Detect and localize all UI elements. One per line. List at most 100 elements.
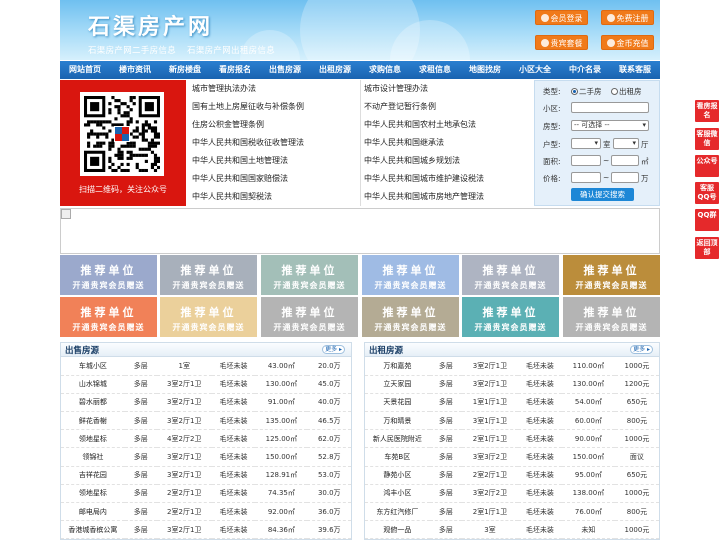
nav-item-agents[interactable]: 中介名录: [560, 61, 610, 79]
listing-row[interactable]: 鲜花香榭 多层 3室2厅1卫 毛坯未装 135.00㎡ 46.5万: [61, 411, 351, 431]
regulation-link[interactable]: 中华人民共和国城市房地产管理法: [364, 188, 484, 206]
regulation-link[interactable]: 城市管理执法办法: [192, 80, 256, 98]
nav-item-home[interactable]: 网站首页: [60, 61, 110, 79]
price-max-input[interactable]: [611, 172, 639, 183]
radio-icon[interactable]: [571, 88, 578, 95]
side-qq-group-button[interactable]: QQ群: [695, 209, 719, 231]
listing-row[interactable]: 车苑B区 多层 3室3厅2卫 毛坯未装 150.00㎡ 面议: [365, 447, 659, 467]
recommended-unit-tile[interactable]: 推荐单位 开通贵宾会员赠送: [362, 297, 459, 337]
regulation-link[interactable]: 中华人民共和国农村土地承包法: [364, 116, 476, 134]
recommended-unit-tile[interactable]: 推荐单位 开通贵宾会员赠送: [563, 297, 660, 337]
listing-community[interactable]: 邮电局内: [61, 502, 125, 522]
vip-package-button[interactable]: 贵宾套餐: [535, 35, 588, 50]
listing-row[interactable]: 领地星标 多层 2室2厅1卫 毛坯未装 74.35㎡ 30.0万: [61, 484, 351, 504]
regulation-link[interactable]: 中华人民共和国契税法: [192, 188, 272, 206]
nav-item-communities[interactable]: 小区大全: [510, 61, 560, 79]
listing-community[interactable]: 鸿丰小区: [365, 484, 430, 504]
type-option-sale[interactable]: 二手房: [571, 86, 602, 97]
area-max-input[interactable]: [611, 155, 639, 166]
recommended-unit-tile[interactable]: 推荐单位 开通贵宾会员赠送: [462, 255, 559, 295]
community-input[interactable]: [571, 102, 649, 113]
listing-row[interactable]: 静苑小区 多层 2室2厅1卫 毛坯未装 95.00㎡ 650元: [365, 466, 659, 485]
listing-community[interactable]: 领地星标: [61, 484, 125, 504]
type-option-rent[interactable]: 出租房: [611, 86, 642, 97]
listing-community[interactable]: 车城小区: [61, 357, 125, 376]
sale-more-link[interactable]: 更多 ▸: [322, 345, 345, 354]
listing-row[interactable]: 鸿丰小区 多层 3室2厅2卫 毛坯未装 138.00㎡ 1000元: [365, 484, 659, 504]
nav-item-for-sale[interactable]: 出售房源: [260, 61, 310, 79]
listing-community[interactable]: 香港城香槟公寓: [61, 520, 125, 540]
nav-item-news[interactable]: 楼市资讯: [110, 61, 160, 79]
nav-item-viewing-signup[interactable]: 看房报名: [210, 61, 260, 79]
recommended-unit-tile[interactable]: 推荐单位 开通贵宾会员赠送: [261, 255, 358, 295]
ad-banner[interactable]: [60, 208, 660, 254]
subtitle-link-sale[interactable]: 石渠房产网二手房信息: [88, 46, 176, 56]
listing-row[interactable]: 领锦社 多层 3室2厅1卫 毛坯未装 150.00㎡ 52.8万: [61, 447, 351, 467]
subtitle-link-rent[interactable]: 石渠房产网出租房信息: [187, 46, 275, 56]
nav-item-wanted-rent[interactable]: 求租信息: [410, 61, 460, 79]
listing-community[interactable]: 领地星标: [61, 429, 125, 449]
regulation-link[interactable]: 不动产登记暂行条例: [364, 98, 436, 116]
listing-row[interactable]: 新人民医院附近 多层 2室1厅1卫 毛坯未装 90.00㎡ 1000元: [365, 429, 659, 449]
listing-row[interactable]: 观俯一品 多层 3室 毛坯未装 未知 1000元: [365, 520, 659, 540]
side-service-qq-button[interactable]: 客服QQ号: [695, 182, 719, 204]
listing-community[interactable]: 鲜花香榭: [61, 411, 125, 431]
listing-community[interactable]: 吉祥花园: [61, 466, 125, 485]
listing-community[interactable]: 新人民医院附近: [365, 429, 430, 449]
listing-row[interactable]: 万和晴景 多层 3室1厅1卫 毛坯未装 60.00㎡ 800元: [365, 411, 659, 431]
regulation-link[interactable]: 中华人民共和国土地管理法: [192, 152, 288, 170]
regulation-link[interactable]: 住房公积金管理条例: [192, 116, 264, 134]
listing-row[interactable]: 立天家园 多层 3室2厅1卫 毛坯未装 130.00㎡ 1200元: [365, 375, 659, 394]
nav-item-for-rent[interactable]: 出租房源: [310, 61, 360, 79]
listing-row[interactable]: 香港城香槟公寓 多层 3室2厅1卫 毛坯未装 84.36㎡ 39.6万: [61, 520, 351, 540]
regulation-link[interactable]: 中华人民共和国国家赔偿法: [192, 170, 288, 188]
listing-row[interactable]: 东方红汽修厂 多层 2室1厅1卫 毛坯未装 76.00㎡ 800元: [365, 502, 659, 522]
recommended-unit-tile[interactable]: 推荐单位 开通贵宾会员赠送: [462, 297, 559, 337]
housetype-select[interactable]: -- 可选择 --: [571, 120, 649, 131]
regulation-link[interactable]: 中华人民共和国税收征收管理法: [192, 134, 304, 152]
listing-community[interactable]: 山水锦城: [61, 375, 125, 394]
regulation-link[interactable]: 中华人民共和国城市维护建设税法: [364, 170, 484, 188]
rent-more-link[interactable]: 更多 ▸: [630, 345, 653, 354]
login-button[interactable]: 会员登录: [535, 10, 588, 25]
recommended-unit-tile[interactable]: 推荐单位 开通贵宾会员赠送: [60, 297, 157, 337]
radio-icon[interactable]: [611, 88, 618, 95]
price-min-input[interactable]: [571, 172, 601, 183]
recommended-unit-tile[interactable]: 推荐单位 开通贵宾会员赠送: [362, 255, 459, 295]
listing-community[interactable]: 立天家园: [365, 375, 430, 394]
regulation-link[interactable]: 中华人民共和国继承法: [364, 134, 444, 152]
regulation-link[interactable]: 中华人民共和国城乡规划法: [364, 152, 460, 170]
nav-item-contact[interactable]: 联系客服: [610, 61, 660, 79]
nav-item-map-search[interactable]: 地图找房: [460, 61, 510, 79]
regulation-link[interactable]: 城市设计管理办法: [364, 80, 428, 98]
room-select[interactable]: [571, 138, 601, 149]
listing-row[interactable]: 邮电局内 多层 2室2厅1卫 毛坯未装 92.00㎡ 36.0万: [61, 502, 351, 522]
listing-community[interactable]: 观俯一品: [365, 520, 430, 540]
listing-community[interactable]: 万和晴景: [365, 411, 430, 431]
listing-row[interactable]: 天景花园 多层 1室1厅1卫 毛坯未装 54.00㎡ 650元: [365, 393, 659, 413]
register-button[interactable]: 免费注册: [601, 10, 654, 25]
listing-community[interactable]: 万和嘉苑: [365, 357, 430, 376]
listing-community[interactable]: 东方红汽修厂: [365, 502, 430, 522]
listing-row[interactable]: 吉祥花园 多层 3室2厅1卫 毛坯未装 128.91㎡ 53.0万: [61, 466, 351, 485]
listing-row[interactable]: 领地星标 多层 4室2厅2卫 毛坯未装 125.00㎡ 62.0万: [61, 429, 351, 449]
nav-item-new-homes[interactable]: 新房楼盘: [160, 61, 210, 79]
listing-community[interactable]: 静苑小区: [365, 466, 430, 485]
recommended-unit-tile[interactable]: 推荐单位 开通贵宾会员赠送: [563, 255, 660, 295]
listing-community[interactable]: 领锦社: [61, 447, 125, 467]
recommended-unit-tile[interactable]: 推荐单位 开通贵宾会员赠送: [160, 297, 257, 337]
search-submit-button[interactable]: 确认提交搜索: [571, 188, 634, 201]
side-back-to-top-button[interactable]: 返回顶部: [695, 237, 719, 259]
listing-row[interactable]: 万和嘉苑 多层 3室2厅1卫 毛坯未装 110.00㎡ 1000元: [365, 357, 659, 376]
area-min-input[interactable]: [571, 155, 601, 166]
side-service-wechat-button[interactable]: 客服微信: [695, 128, 719, 150]
side-official-account-button[interactable]: 公众号: [695, 155, 719, 177]
listing-row[interactable]: 车城小区 多层 1室 毛坯未装 43.00㎡ 20.0万: [61, 357, 351, 376]
recommended-unit-tile[interactable]: 推荐单位 开通贵宾会员赠送: [261, 297, 358, 337]
side-viewing-signup-button[interactable]: 看房报名: [695, 100, 719, 122]
hall-select[interactable]: [613, 138, 639, 149]
listing-row[interactable]: 碧水丽都 多层 3室2厅1卫 毛坯未装 91.00㎡ 40.0万: [61, 393, 351, 413]
recharge-button[interactable]: 金币充值: [601, 35, 654, 50]
listing-community[interactable]: 天景花园: [365, 393, 430, 413]
regulation-link[interactable]: 国有土地上房屋征收与补偿条例: [192, 98, 304, 116]
